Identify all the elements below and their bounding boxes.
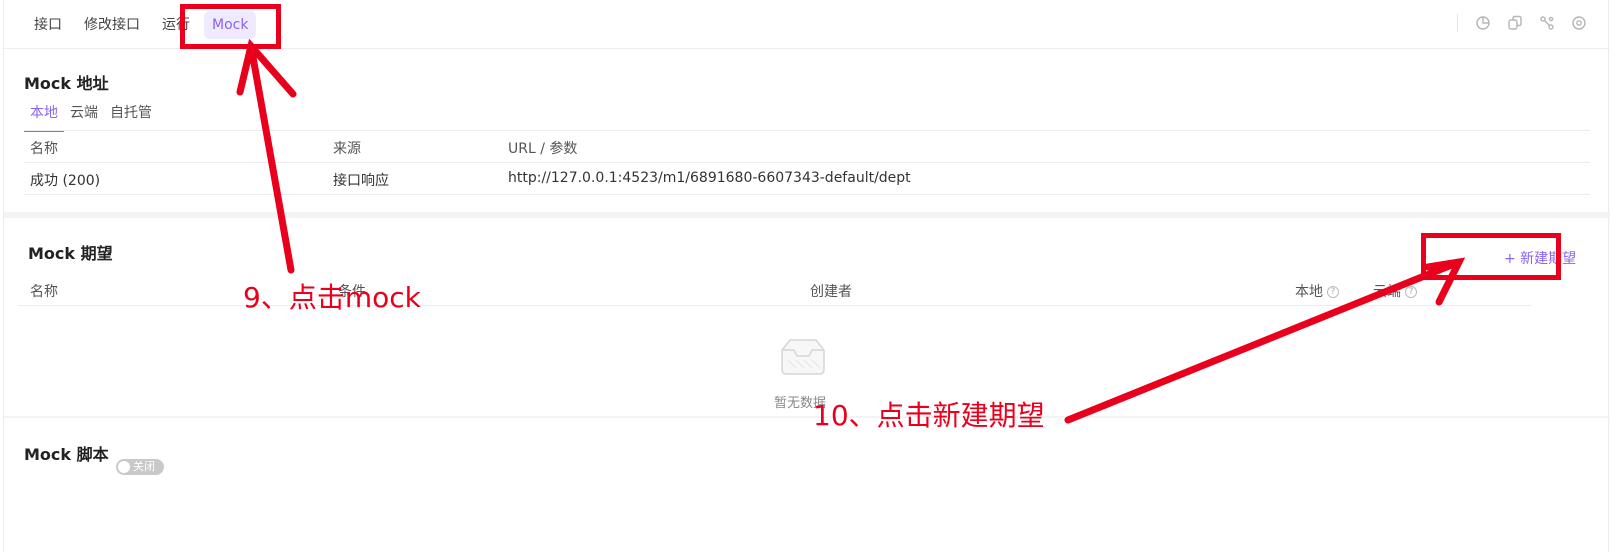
toggle-knob [118, 461, 130, 473]
section-separator [4, 212, 1610, 218]
col-name: 名称 [30, 284, 58, 300]
row-url[interactable]: http://127.0.0.1:4523/m1/6891680-6607343… [508, 170, 911, 186]
col-creator: 创建者 [810, 284, 852, 300]
mock-script-toggle[interactable]: 关闭 [116, 459, 164, 475]
divider [24, 194, 1590, 195]
help-icon[interactable]: ? [1327, 286, 1339, 298]
divider [24, 162, 1590, 163]
annotation-step-10: 10、点击新建期望 [813, 399, 1045, 432]
section-separator [4, 416, 1610, 418]
divider [24, 130, 1590, 131]
annotation-step-9: 9、点击mock [243, 281, 421, 314]
empty-box-icon [778, 336, 828, 382]
mock-expectation-title: Mock 期望 [28, 244, 113, 263]
chart-icon[interactable] [1474, 14, 1492, 32]
col-url: URL / 参数 [508, 141, 578, 157]
tab-edit-interface[interactable]: 修改接口 [76, 11, 148, 39]
subtab-local[interactable]: 本地 [24, 102, 64, 132]
row-source: 接口响应 [333, 173, 389, 189]
row-name: 成功 (200) [30, 173, 101, 189]
mock-address-title: Mock 地址 [24, 74, 109, 93]
mock-address-subtabs: 本地 云端 自托管 [24, 102, 158, 132]
help-icon[interactable]: ? [1405, 286, 1417, 298]
copy-icon[interactable] [1506, 14, 1524, 32]
tab-interface[interactable]: 接口 [26, 11, 70, 39]
annotation-box-new-button [1421, 233, 1561, 280]
subtab-self-hosted[interactable]: 自托管 [104, 102, 158, 132]
top-toolbar [1457, 14, 1588, 32]
col-cloud-label: 云端 [1373, 284, 1401, 300]
mock-script-title: Mock 脚本 [24, 445, 109, 464]
share-icon[interactable] [1538, 14, 1556, 32]
settings-icon[interactable] [1570, 14, 1588, 32]
col-cloud: 云端? [1373, 281, 1417, 301]
toolbar-divider [1457, 14, 1458, 32]
col-source: 来源 [333, 141, 361, 157]
col-local-label: 本地 [1295, 284, 1323, 300]
annotation-box-mock-tab [180, 4, 281, 49]
toggle-label: 关闭 [133, 460, 155, 473]
col-local: 本地? [1295, 281, 1339, 301]
subtab-cloud[interactable]: 云端 [64, 102, 104, 132]
col-name: 名称 [30, 141, 58, 157]
